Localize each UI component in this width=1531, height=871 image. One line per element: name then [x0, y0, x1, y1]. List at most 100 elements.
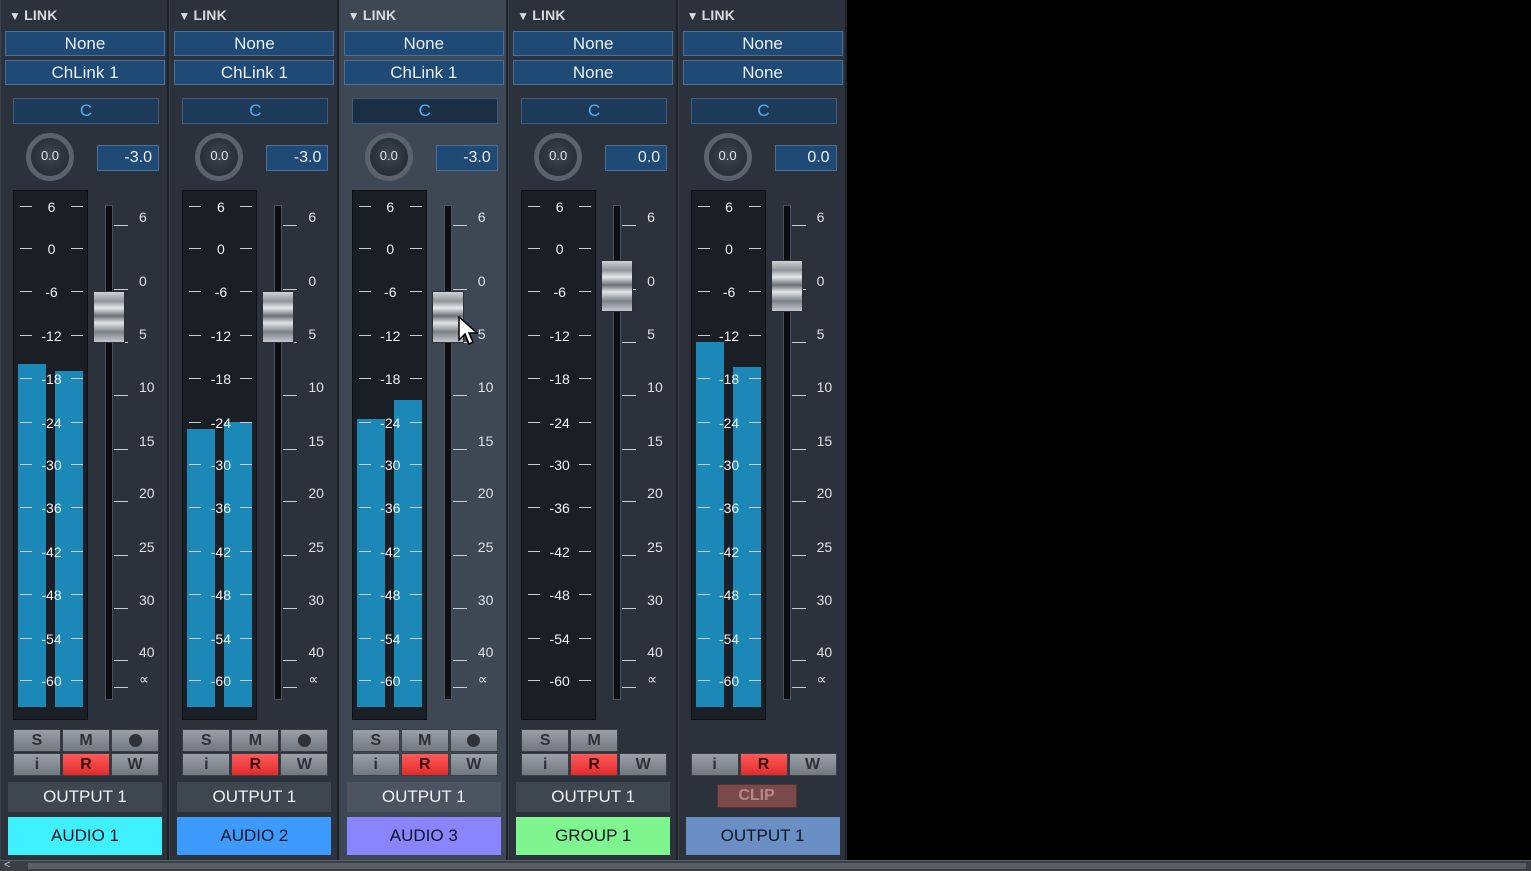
mute-button[interactable]: M [231, 729, 280, 752]
automation-read-button[interactable]: R [231, 753, 280, 776]
fader-scale-label: 30 [477, 592, 494, 608]
fader-scale-label: 0 [477, 273, 486, 289]
automation-read-button[interactable]: R [739, 753, 788, 776]
pan-display[interactable]: C [521, 98, 668, 124]
link-select-1[interactable]: None [513, 31, 674, 56]
solo-button[interactable]: S [351, 729, 400, 752]
info-button[interactable]: i [690, 753, 739, 776]
volume-fader-handle[interactable] [601, 260, 634, 312]
link-select-2[interactable]: None [682, 60, 843, 85]
volume-field[interactable]: 0.0 [774, 145, 837, 171]
link-toggle[interactable]: ▼ LINK [517, 7, 566, 23]
mute-button[interactable]: M [400, 729, 449, 752]
input-gain-knob[interactable]: 0.0 [534, 133, 583, 181]
link-select-2[interactable]: ChLink 1 [343, 60, 504, 85]
scroll-left-icon[interactable]: < [4, 859, 10, 871]
record-arm-button[interactable] [449, 729, 498, 752]
channel-name[interactable]: AUDIO 3 [346, 817, 501, 855]
automation-read-button[interactable]: R [570, 753, 619, 776]
channel-name[interactable]: AUDIO 2 [177, 817, 332, 855]
clip-indicator[interactable]: CLIP [716, 784, 797, 808]
channel-name[interactable]: AUDIO 1 [8, 817, 162, 855]
fader-scale-label: 25 [816, 539, 833, 555]
link-select-1[interactable]: None [5, 31, 165, 56]
link-label: LINK [362, 7, 397, 23]
volume-fader-handle[interactable] [93, 290, 125, 343]
collapse-triangle-icon[interactable]: ▼ [687, 9, 699, 23]
link-select-1[interactable]: None [682, 31, 843, 56]
mute-button[interactable]: M [62, 729, 110, 752]
record-arm-button[interactable] [280, 729, 329, 752]
automation-write-button[interactable]: W [449, 753, 498, 776]
fader-track[interactable] [105, 205, 113, 700]
horizontal-scrollbar[interactable]: < [0, 859, 1531, 871]
collapse-triangle-icon[interactable]: ▼ [517, 9, 529, 23]
automation-write-button[interactable]: W [280, 753, 329, 776]
solo-button[interactable]: S [182, 729, 231, 752]
input-gain-knob[interactable]: 0.0 [195, 133, 244, 181]
channel-name[interactable]: OUTPUT 1 [685, 817, 840, 855]
automation-write-button[interactable]: W [111, 753, 159, 776]
record-arm-button[interactable] [111, 729, 159, 752]
record-dot-icon [128, 734, 142, 747]
link-toggle[interactable]: ▼ LINK [348, 7, 397, 23]
link-toggle[interactable]: ▼ LINK [687, 7, 736, 23]
mute-button[interactable]: M [570, 729, 619, 752]
channel-strip[interactable]: ▼ LINK None ChLink 1 C 0.0 -3.0 6 0 -6 -12 -18 -24 -3… [0, 0, 170, 860]
info-button[interactable]: i [351, 753, 400, 776]
volume-field[interactable]: -3.0 [266, 145, 329, 171]
pan-display[interactable]: C [351, 98, 498, 124]
fader-scale-label: 10 [816, 379, 833, 395]
channel-name[interactable]: GROUP 1 [516, 817, 671, 855]
meter-scale-label: -24 [380, 415, 401, 431]
solo-button[interactable]: S [521, 729, 570, 752]
meter-scale-label: -18 [41, 371, 62, 387]
automation-read-button[interactable]: R [400, 753, 449, 776]
knob-value: 0.0 [549, 148, 568, 163]
collapse-triangle-icon[interactable]: ▼ [9, 9, 21, 23]
volume-field[interactable]: -3.0 [97, 145, 159, 171]
info-button[interactable]: i [521, 753, 570, 776]
channel-strip[interactable]: ▼ LINK None None C 0.0 0.0 6 0 -6 -12 -18 -24 -30 -36 -… [508, 0, 678, 860]
pan-display[interactable]: C [182, 98, 329, 124]
pan-display[interactable]: C [690, 98, 837, 124]
meter-scale-label: -42 [380, 544, 401, 560]
link-select-2[interactable]: ChLink 1 [174, 60, 335, 85]
automation-read-button[interactable]: R [62, 753, 110, 776]
automation-write-button[interactable]: W [619, 753, 668, 776]
info-button[interactable]: i [13, 753, 61, 776]
input-gain-knob[interactable]: 0.0 [26, 133, 74, 181]
volume-fader-handle[interactable] [770, 260, 803, 312]
link-select-2[interactable]: None [513, 60, 674, 85]
output-routing-select[interactable]: OUTPUT 1 [346, 782, 501, 812]
automation-write-button[interactable]: W [788, 753, 837, 776]
link-select-1[interactable]: None [343, 31, 504, 56]
link-toggle[interactable]: ▼ LINK [178, 7, 227, 23]
channel-strip[interactable]: ▼ LINK None None C 0.0 0.0 6 0 -6 -12 -18 -24 -30 -36 -… [677, 0, 847, 860]
output-routing-select[interactable]: OUTPUT 1 [516, 782, 671, 812]
fader-track[interactable] [274, 205, 283, 700]
channel-strip[interactable]: ▼ LINK None ChLink 1 C 0.0 -3.0 6 0 -6 -12 -18 -24 -3… [338, 0, 509, 860]
link-toggle[interactable]: ▼ LINK [9, 7, 58, 23]
scrollbar-thumb[interactable] [28, 863, 1526, 869]
input-gain-knob[interactable]: 0.0 [364, 133, 413, 181]
fader-track[interactable] [443, 205, 452, 700]
link-select-2[interactable]: ChLink 1 [5, 60, 165, 85]
output-routing-select[interactable]: OUTPUT 1 [8, 782, 162, 812]
volume-field[interactable]: 0.0 [605, 145, 668, 171]
volume-fader-handle[interactable] [262, 290, 295, 343]
info-button[interactable]: i [182, 753, 231, 776]
input-gain-knob[interactable]: 0.0 [703, 133, 752, 181]
channel-strip[interactable]: ▼ LINK None ChLink 1 C 0.0 -3.0 6 0 -6 -12 -18 -24 -3… [169, 0, 339, 860]
fader-tick [114, 660, 128, 661]
collapse-triangle-icon[interactable]: ▼ [348, 9, 360, 23]
output-routing-select[interactable]: OUTPUT 1 [177, 782, 332, 812]
meter-scale-label: 0 [216, 241, 225, 257]
link-select-1[interactable]: None [174, 31, 335, 56]
fader-scale-label: 0 [816, 273, 825, 289]
pan-display[interactable]: C [13, 98, 159, 124]
collapse-triangle-icon[interactable]: ▼ [178, 9, 190, 23]
meter-scale-label: 6 [47, 199, 56, 215]
volume-field[interactable]: -3.0 [435, 145, 498, 171]
solo-button[interactable]: S [13, 729, 61, 752]
